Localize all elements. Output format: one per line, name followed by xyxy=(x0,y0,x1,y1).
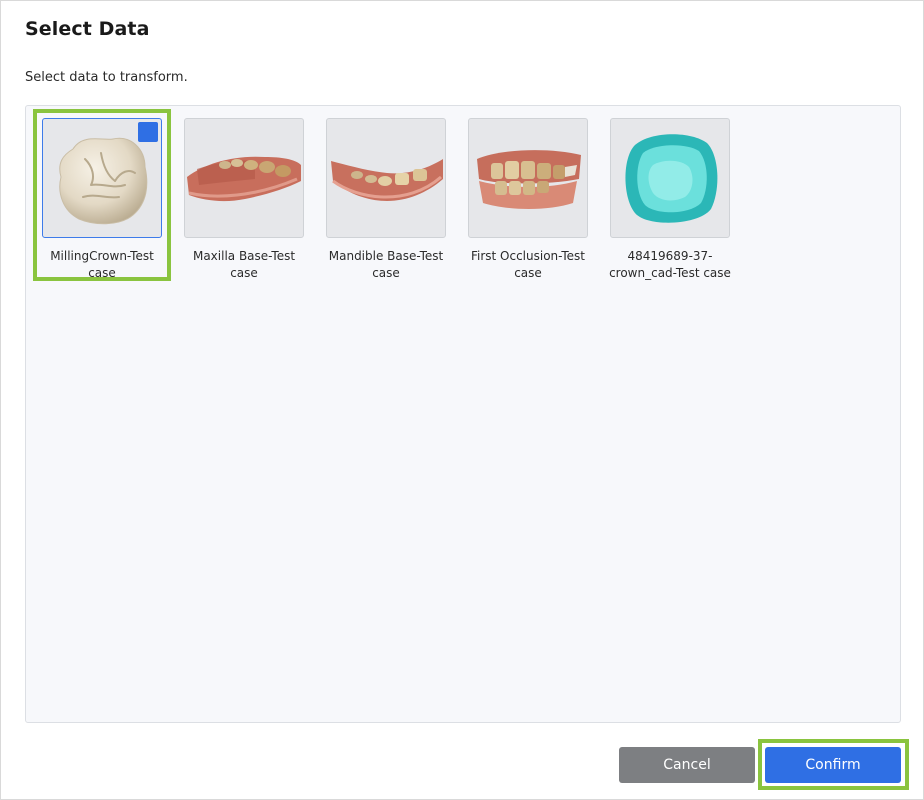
thumbnail-occlusion-scan[interactable] xyxy=(468,118,588,238)
thumbnail-crown-cad-model[interactable] xyxy=(610,118,730,238)
select-data-dialog: Select Data Select data to transform. Mi… xyxy=(0,0,924,800)
cancel-button[interactable]: Cancel xyxy=(619,747,755,783)
data-item-label: 48419689-37- crown_cad-Test case xyxy=(609,249,731,280)
dialog-title: Select Data xyxy=(25,18,150,40)
data-item-label: Maxilla Base-Test case xyxy=(192,249,296,280)
confirm-highlight xyxy=(758,739,909,790)
thumbnail-mandible-scan[interactable] xyxy=(326,118,446,238)
dialog-subtitle: Select data to transform. xyxy=(25,70,188,85)
thumbnail-maxilla-scan[interactable] xyxy=(184,118,304,238)
selection-highlight xyxy=(33,109,171,281)
data-list-panel: MillingCrown-Test case Maxilla Base-Test… xyxy=(25,105,901,723)
data-item-label: Mandible Base-Test case xyxy=(328,249,444,280)
data-item-label: First Occlusion-Test case xyxy=(470,249,586,280)
